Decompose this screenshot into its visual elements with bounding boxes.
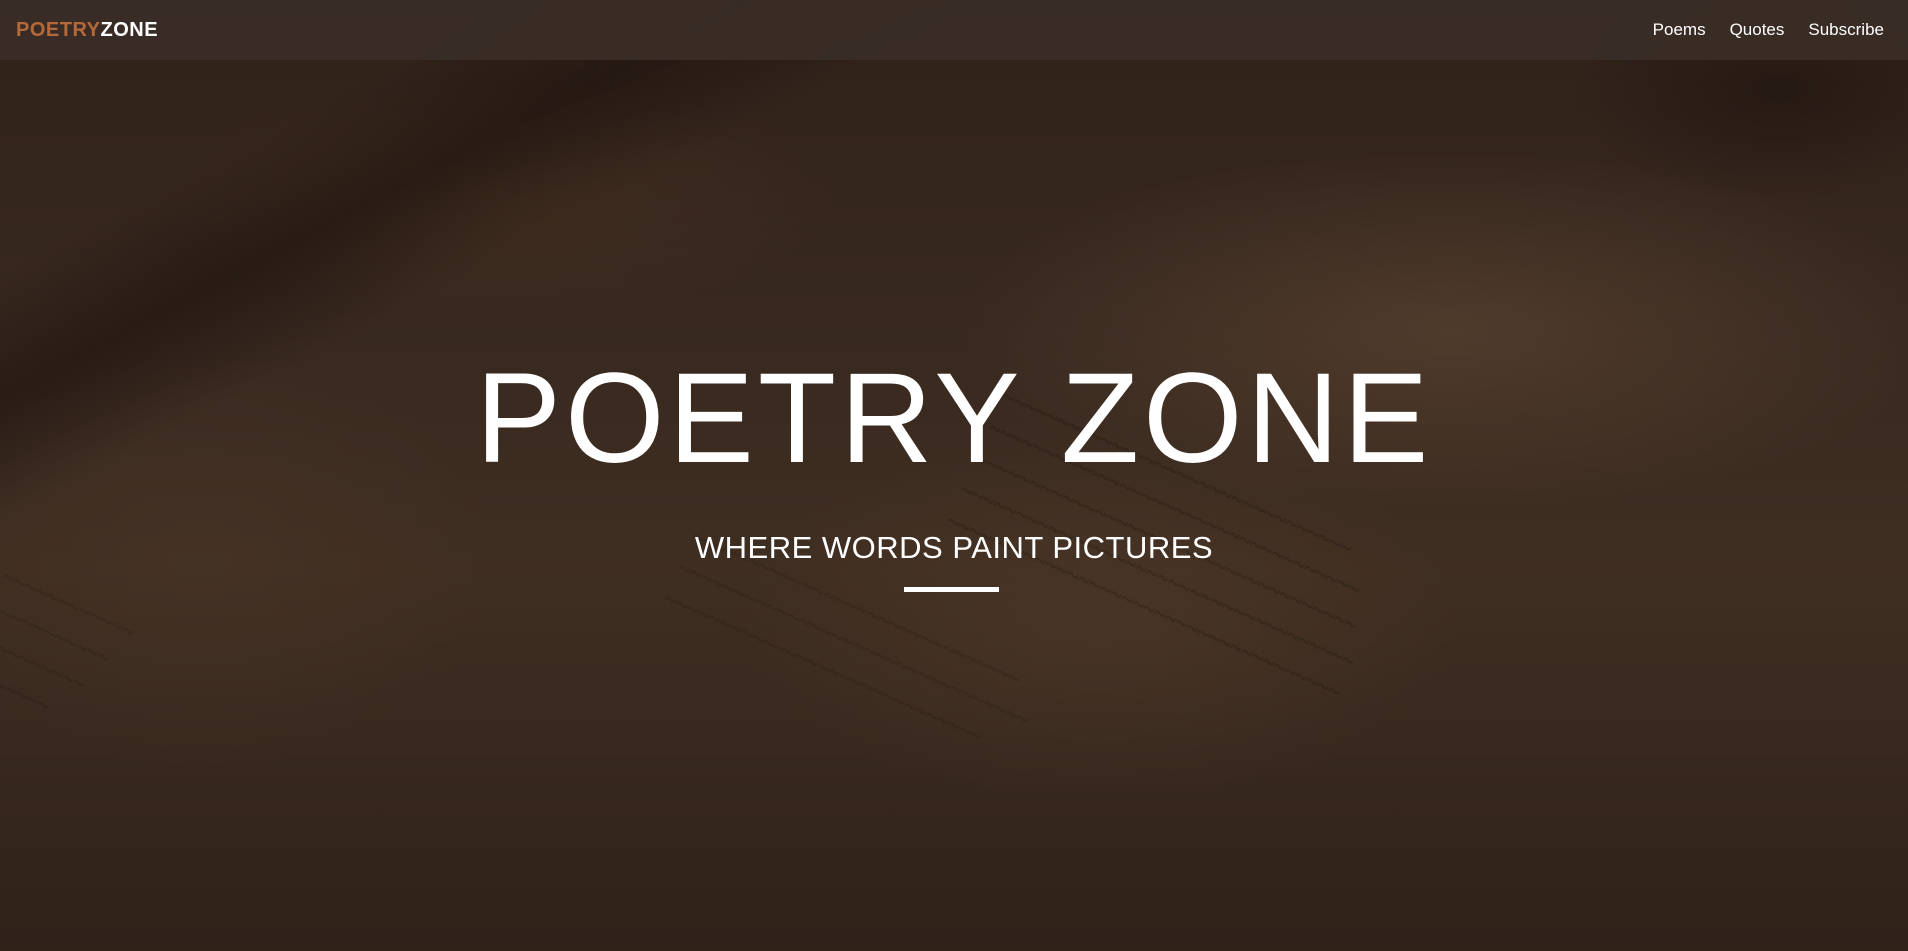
nav-link-subscribe[interactable]: Subscribe <box>1808 20 1884 40</box>
hero-title: POETRY ZONE <box>475 347 1433 490</box>
page: ~~~~~~~~~~~~~~~~~~~~~~~~~~~~~~~~ ~~~~~~~… <box>0 0 1908 951</box>
nav-links: Poems Quotes Subscribe <box>1641 20 1896 40</box>
brand-logo-part1: POETRY <box>16 18 101 41</box>
top-navbar: POETRYZONE Poems Quotes Subscribe <box>0 0 1908 60</box>
brand-logo-link[interactable]: POETRYZONE <box>16 19 158 42</box>
hero-divider <box>904 587 999 592</box>
nav-link-poems[interactable]: Poems <box>1653 20 1706 40</box>
brand-logo-part2: ZONE <box>100 18 159 41</box>
nav-link-quotes[interactable]: Quotes <box>1730 20 1785 40</box>
hero-section: POETRY ZONE WHERE WORDS PAINT PICTURES <box>0 0 1908 951</box>
hero-subtitle: WHERE WORDS PAINT PICTURES <box>694 530 1214 565</box>
